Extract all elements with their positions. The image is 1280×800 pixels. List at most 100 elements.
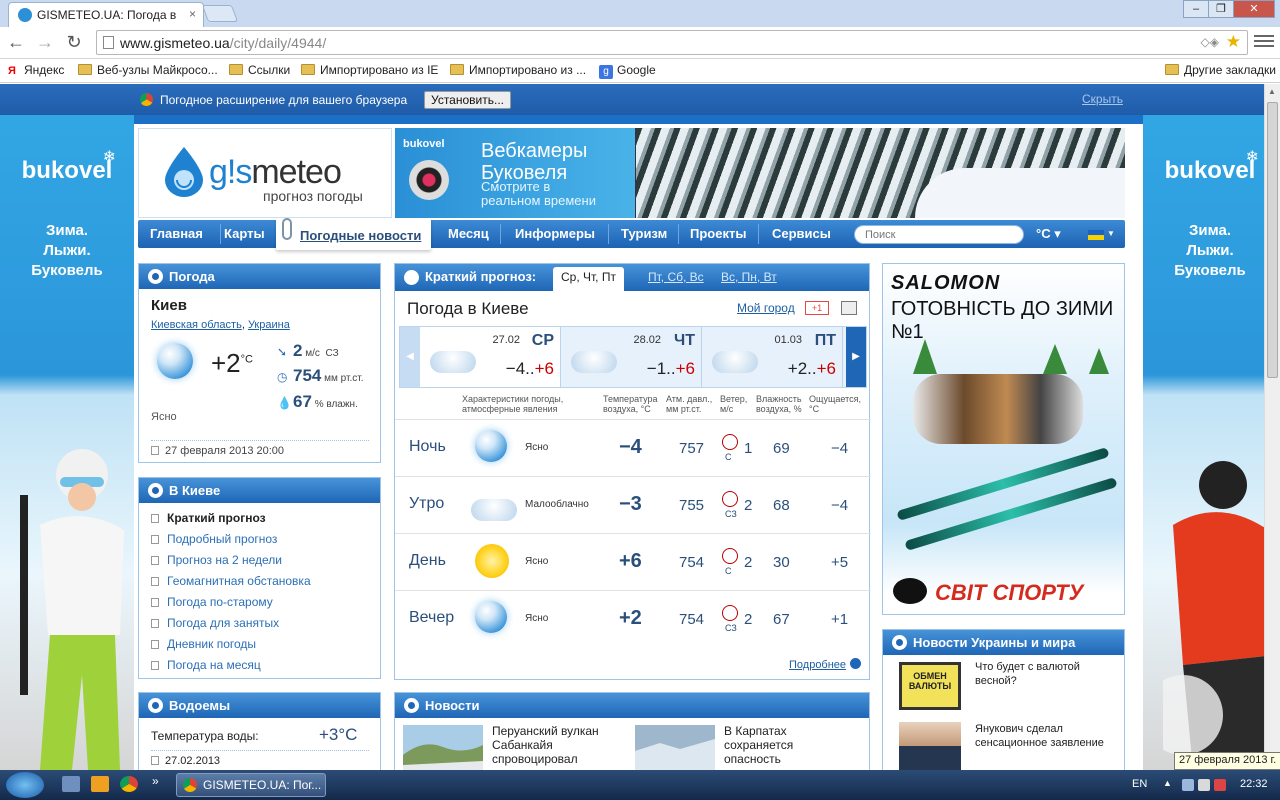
extension-icon[interactable]: ◇◈ bbox=[1201, 35, 1219, 49]
link-diary[interactable]: Дневник погоды bbox=[167, 637, 256, 651]
day-card[interactable]: 01.03 ПТ +2..+6 bbox=[702, 327, 843, 387]
list-item[interactable]: Геомагнитная обстановка bbox=[151, 574, 380, 595]
tab-close-icon[interactable]: × bbox=[189, 7, 196, 21]
link-short-forecast[interactable]: Краткий прогноз bbox=[167, 511, 266, 525]
region-link[interactable]: Киевская область bbox=[151, 319, 242, 331]
language-indicator[interactable]: EN bbox=[1132, 778, 1147, 790]
other-bookmarks[interactable]: Другие закладки bbox=[1165, 63, 1276, 77]
tab-sun-mon-tue[interactable]: Вс, Пн, Вт bbox=[713, 267, 785, 291]
bookmark-links[interactable]: Ссылки bbox=[229, 63, 290, 77]
list-item[interactable]: Погода для занятых bbox=[151, 616, 380, 637]
link-detailed-forecast[interactable]: Подробный прогноз bbox=[167, 532, 277, 546]
bukovel-right-ad[interactable]: ❄ bukovel Зима. Лыжи. Буковель bbox=[1143, 115, 1264, 770]
ukraine-news-block: Новости Украины и мира ОБМЕН ВАЛЮТЫ Что … bbox=[882, 629, 1125, 770]
start-button[interactable] bbox=[6, 772, 44, 798]
chevron-down-icon[interactable]: ▼ bbox=[1107, 229, 1115, 238]
chevron-right-icon[interactable]: » bbox=[152, 774, 159, 788]
list-item[interactable]: Дневник погоды bbox=[151, 637, 380, 658]
list-item[interactable]: Подробный прогноз bbox=[151, 532, 380, 553]
day-temp-range: −1..+6 bbox=[647, 359, 695, 379]
pressure: 754 bbox=[679, 611, 705, 628]
list-item[interactable]: Погода на месяц bbox=[151, 658, 380, 679]
tab-fri-sat-sun[interactable]: Пт, Сб, Вс bbox=[640, 267, 712, 291]
bukovel-left-ad[interactable]: ❄ bukovel Зима. Лыжи. Буковель bbox=[0, 115, 134, 770]
news-headline[interactable]: Что будет с валютой весной? bbox=[975, 660, 1115, 688]
clock[interactable]: 22:32 bbox=[1240, 778, 1268, 790]
news-headline[interactable]: Янукович сделал сенсационное заявление bbox=[975, 722, 1115, 750]
list-item[interactable]: Прогноз на 2 недели bbox=[151, 553, 380, 574]
list-item[interactable]: Краткий прогноз bbox=[151, 511, 380, 532]
chrome-icon[interactable] bbox=[120, 776, 138, 792]
nav-item-maps[interactable]: Карты bbox=[224, 226, 265, 241]
nav-item-projects[interactable]: Проекты bbox=[690, 226, 746, 241]
avalanche-thumbnail[interactable] bbox=[635, 725, 715, 770]
site-logo[interactable]: g!smeteo прогноз погоды bbox=[138, 128, 392, 218]
nav-item-tourism[interactable]: Туризм bbox=[621, 226, 667, 241]
nav-item-month[interactable]: Месяц bbox=[448, 226, 489, 241]
browser-tab[interactable]: GISMETEO.UA: Погода в Киеве × bbox=[8, 2, 204, 27]
news-headline[interactable]: В Карпатах сохраняется опасность схожден… bbox=[724, 724, 844, 770]
volcano-thumbnail[interactable] bbox=[403, 725, 483, 770]
security-icon[interactable] bbox=[1214, 779, 1226, 791]
link-month[interactable]: Погода на месяц bbox=[167, 658, 261, 672]
bookmark-imported-ie[interactable]: Импортировано из IE bbox=[301, 63, 438, 77]
google-plus-button[interactable]: +1 bbox=[805, 301, 829, 315]
nav-item-services[interactable]: Сервисы bbox=[772, 226, 831, 241]
bookmark-google[interactable]: g Google bbox=[599, 63, 656, 79]
page-scrollbar[interactable]: ▲ bbox=[1264, 84, 1280, 770]
gismeteo-drop-icon bbox=[892, 635, 907, 650]
bookmark-imported-other[interactable]: Импортировано из ... bbox=[450, 63, 586, 77]
nav-item-weather-news[interactable]: Погодные новости bbox=[276, 218, 432, 250]
more-link[interactable]: Подробнее bbox=[789, 658, 862, 671]
link-geomagnetic[interactable]: Геомагнитная обстановка bbox=[167, 574, 311, 588]
volume-icon[interactable] bbox=[1198, 779, 1210, 791]
period: Вечер bbox=[409, 609, 455, 626]
scroll-up-arrow-icon[interactable]: ▲ bbox=[1268, 87, 1276, 96]
prev-days-arrow-icon[interactable]: ◀ bbox=[400, 327, 420, 387]
close-window-button[interactable]: ✕ bbox=[1233, 0, 1275, 18]
scrollbar-thumb[interactable] bbox=[1267, 102, 1278, 378]
search-input[interactable] bbox=[854, 225, 1024, 244]
forward-arrow-icon[interactable]: → bbox=[33, 31, 57, 55]
back-arrow-icon[interactable]: ← bbox=[4, 31, 28, 55]
tray-expand-icon[interactable]: ▲ bbox=[1163, 778, 1172, 788]
show-desktop-icon[interactable] bbox=[62, 776, 80, 792]
news-headline[interactable]: Перуанский вулкан Сабанкайя спровоцирова… bbox=[492, 724, 612, 770]
install-button[interactable]: Установить... bbox=[424, 91, 511, 109]
sky: Ясно bbox=[525, 442, 549, 453]
reload-icon[interactable]: ↻ bbox=[62, 31, 86, 55]
bookmark-yandex[interactable]: Я Яндекс bbox=[8, 63, 64, 77]
media-player-icon[interactable] bbox=[91, 776, 109, 792]
forecast-tabs: Краткий прогноз: Ср, Чт, Пт Пт, Сб, Вс В… bbox=[395, 264, 869, 291]
hide-link[interactable]: Скрыть bbox=[1082, 92, 1123, 106]
print-icon[interactable] bbox=[841, 301, 857, 315]
taskbar-chrome-window[interactable]: GISMETEO.UA: Пог... bbox=[176, 773, 326, 797]
day-card[interactable]: 27.02 СР −4..+6 bbox=[420, 327, 561, 387]
salomon-ad[interactable]: SALOMON ГОТОВНІСТЬ ДО ЗИМИ №1 СВІТ СПОРТ… bbox=[882, 263, 1125, 615]
new-tab-button[interactable] bbox=[201, 5, 239, 22]
water-drop-logo-icon bbox=[165, 147, 203, 197]
my-city-link[interactable]: Мой город bbox=[737, 301, 795, 315]
nav-item-home[interactable]: Главная bbox=[150, 226, 203, 241]
nav-item-informers[interactable]: Информеры bbox=[515, 226, 595, 241]
link-two-weeks[interactable]: Прогноз на 2 недели bbox=[167, 553, 282, 567]
link-old-style[interactable]: Погода по-старому bbox=[167, 595, 273, 609]
menu-icon[interactable] bbox=[1254, 32, 1274, 52]
network-icon[interactable] bbox=[1182, 779, 1194, 791]
address-bar[interactable]: www.gismeteo.ua/city/daily/4944/ ◇◈ ★ bbox=[96, 30, 1248, 55]
currency-exchange-thumbnail[interactable]: ОБМЕН ВАЛЮТЫ bbox=[899, 662, 961, 710]
bookmark-star-icon[interactable]: ★ bbox=[1226, 32, 1241, 52]
bookmark-microsoft[interactable]: Веб-узлы Майкросо... bbox=[78, 63, 218, 77]
day-card[interactable]: 28.02 ЧТ −1..+6 bbox=[561, 327, 702, 387]
list-item[interactable]: Погода по-старому bbox=[151, 595, 380, 616]
bukovel-webcam-banner[interactable]: bukovel Вебкамеры Буковеля Смотрите в ре… bbox=[395, 128, 1125, 218]
next-days-arrow-icon[interactable]: ▶ bbox=[846, 327, 866, 387]
link-busy[interactable]: Погода для занятых bbox=[167, 616, 279, 630]
ukraine-flag-icon[interactable] bbox=[1088, 230, 1104, 240]
country-link[interactable]: Украина bbox=[248, 319, 290, 331]
minimize-button[interactable]: – bbox=[1183, 0, 1209, 18]
unit-selector[interactable]: °C ▾ bbox=[1036, 226, 1061, 242]
tab-wed-thu-fri[interactable]: Ср, Чт, Пт bbox=[553, 267, 624, 291]
maximize-button[interactable]: ❐ bbox=[1208, 0, 1234, 18]
yanukovych-thumbnail[interactable] bbox=[899, 722, 961, 770]
